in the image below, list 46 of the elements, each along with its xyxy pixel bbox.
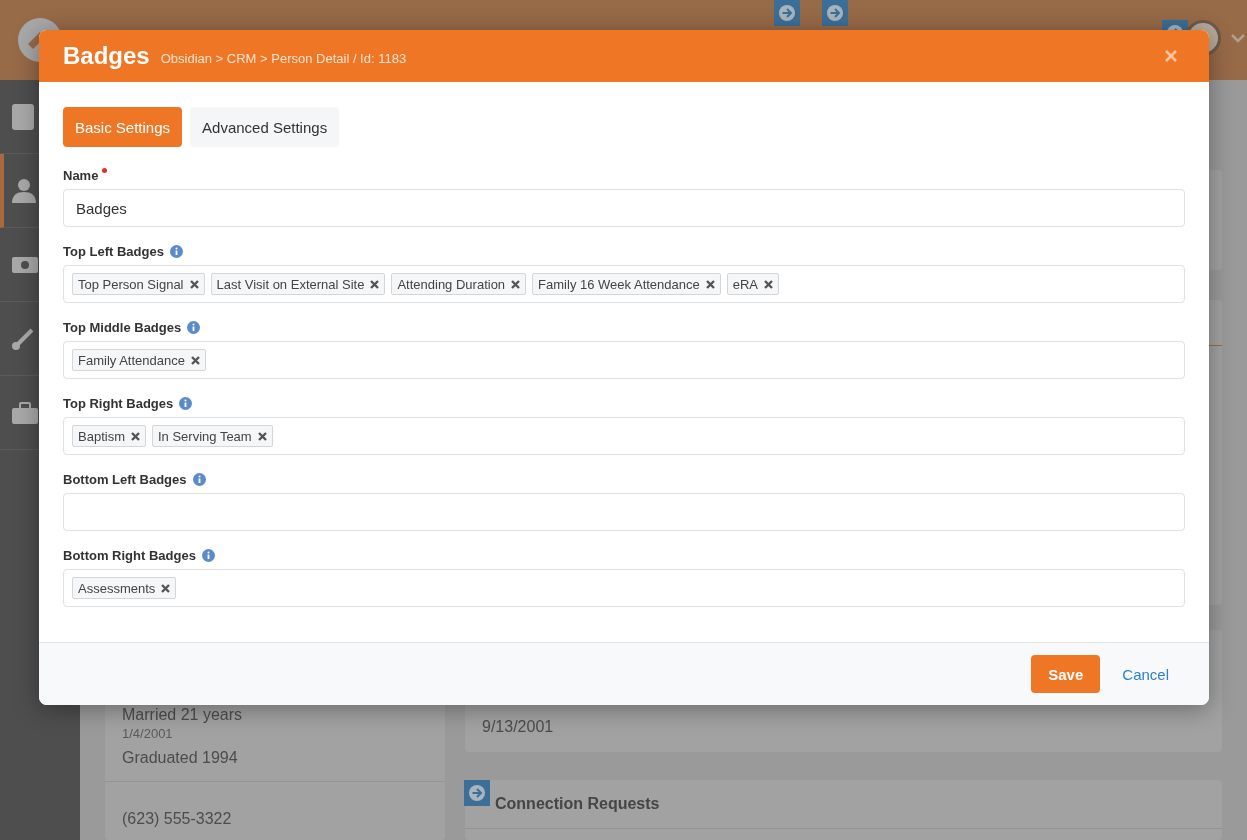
tag-label: Family 16 Week Attendance xyxy=(538,276,700,292)
tag-label: Top Person Signal xyxy=(78,276,184,292)
wrench-icon xyxy=(12,327,34,350)
remove-icon[interactable] xyxy=(190,355,200,365)
field-label: Bottom Right Badges xyxy=(63,547,196,563)
remove-icon[interactable] xyxy=(189,279,199,289)
field-label: Top Middle Badges xyxy=(63,319,182,335)
field-label: Bottom Left Badges xyxy=(63,471,187,487)
tab[interactable]: Advanced Settings xyxy=(190,107,340,147)
tag-label: eRA xyxy=(732,276,759,292)
field-label: Top Right Badges xyxy=(63,395,174,411)
card-title: Connection Requests xyxy=(495,795,660,813)
tag-label: Last Visit on External Site xyxy=(216,276,365,292)
date-value: 9/13/2001 xyxy=(481,718,554,737)
tag-label: In Serving Team xyxy=(157,428,252,444)
detail-text: Graduated 1994 xyxy=(122,749,239,767)
tag-field[interactable]: Top Person Signal Last Visit on External Site Attending Duration Family 16 Week Attendance eRA xyxy=(63,265,1185,303)
tag-label: Assessments xyxy=(78,580,156,596)
tag-label: Family Attendance xyxy=(78,352,185,368)
remove-icon[interactable] xyxy=(511,279,521,289)
detail-text: (623) 555-3322 xyxy=(122,810,233,828)
money-icon xyxy=(12,256,38,273)
remove-icon[interactable] xyxy=(370,279,380,289)
name-field[interactable]: Badges xyxy=(63,189,1185,227)
detail-text: Married 21 years xyxy=(122,706,244,724)
tag-field[interactable]: Assessments xyxy=(63,569,1185,607)
tag-field[interactable] xyxy=(63,493,1185,531)
tag-label: Attending Duration xyxy=(397,276,506,292)
chevron-down-icon xyxy=(1231,33,1245,43)
field-label: Top Left Badges xyxy=(63,243,164,259)
remove-icon[interactable] xyxy=(161,583,171,593)
date-text: 1/4/2001 xyxy=(122,726,174,741)
remove-icon[interactable] xyxy=(257,431,267,441)
field-label: Name xyxy=(63,167,99,183)
tag-label: Baptism xyxy=(78,428,125,444)
tag-field[interactable]: Family Attendance xyxy=(63,341,1185,379)
briefcase-icon xyxy=(12,401,38,424)
remove-icon[interactable] xyxy=(705,279,715,289)
cancel-link[interactable]: Cancel xyxy=(1122,665,1169,683)
remove-icon[interactable] xyxy=(764,279,774,289)
remove-icon[interactable] xyxy=(130,431,140,441)
breadcrumb: Obsidian > CRM > Person Detail / Id: 1183 xyxy=(160,50,407,66)
tag-field[interactable]: Baptism In Serving Team xyxy=(63,417,1185,455)
person-icon xyxy=(12,178,36,203)
modal-title: Badges xyxy=(63,42,150,70)
document-icon xyxy=(12,103,34,130)
